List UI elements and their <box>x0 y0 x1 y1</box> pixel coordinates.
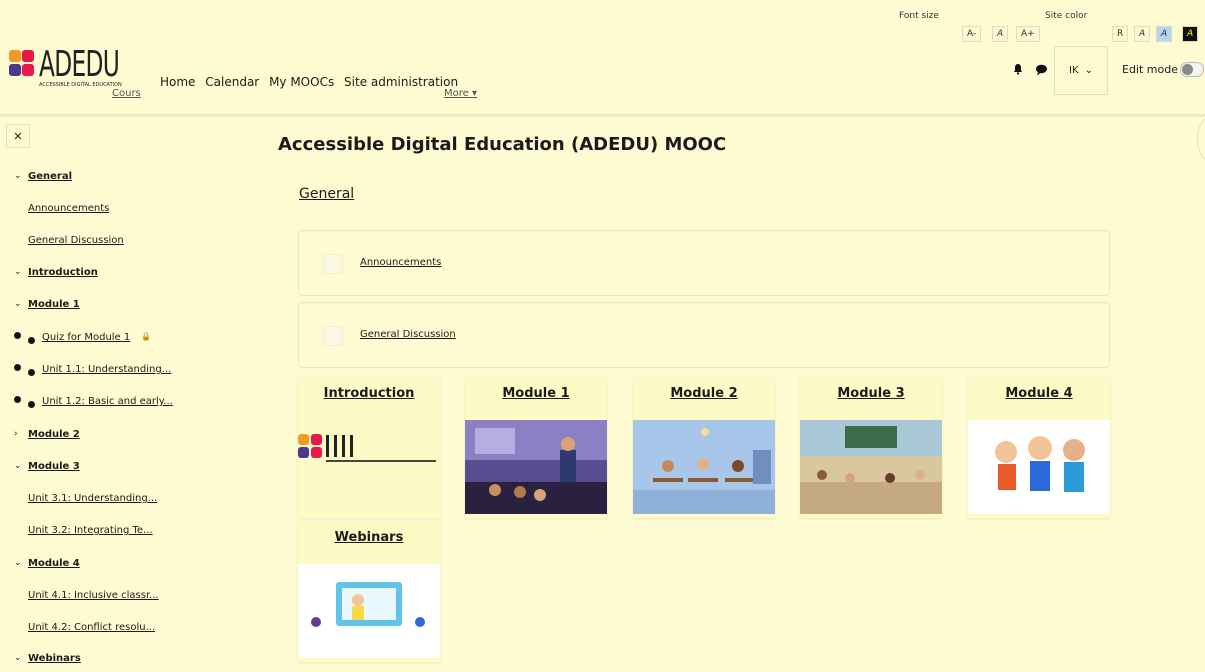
card-title: Module 2 <box>670 386 738 401</box>
card-title: Introduction <box>323 386 415 401</box>
activity-announcements: Announcements <box>298 230 1110 296</box>
color-default-button[interactable]: A <box>1134 26 1151 42</box>
nav-ghost-courses: Cours <box>112 88 141 99</box>
card-title: Module 1 <box>502 386 570 401</box>
course-index-link[interactable]: General Discussion <box>28 235 124 246</box>
completion-dot-icon <box>28 337 35 344</box>
lock-icon: 🔒 <box>141 332 151 341</box>
module-4-illustration <box>968 420 1110 514</box>
course-index-link[interactable]: Module 3 <box>28 461 80 472</box>
color-blue-button[interactable]: A <box>1156 26 1173 42</box>
section-title-general[interactable]: General <box>299 186 354 202</box>
site-color-label: Site color <box>1045 11 1088 21</box>
primary-navigation: Home Calendar My MOOCs Site administrati… <box>160 75 464 89</box>
adedu-logo[interactable]: ADEDU ACCESSIBLE DIGITAL EDUCATION <box>9 44 129 92</box>
edit-mode-toggle[interactable] <box>1180 62 1204 77</box>
chevron-right-icon[interactable]: › <box>14 429 18 439</box>
close-drawer-button[interactable]: ✕ <box>6 124 30 148</box>
nav-home[interactable]: Home <box>160 75 195 89</box>
color-contrast-button[interactable]: A <box>1182 26 1199 42</box>
course-index-link[interactable]: Unit 4.1: Inclusive classr... <box>28 590 159 601</box>
page-title: Accessible Digital Education (ADEDU) MOO… <box>278 134 727 155</box>
font-increase-button[interactable]: A+ <box>1016 26 1040 42</box>
logo-tagline: ACCESSIBLE DIGITAL EDUCATION <box>39 82 122 88</box>
course-index-link[interactable]: Unit 3.2: Integrating Te... <box>28 525 153 536</box>
color-reset-button[interactable]: R <box>1112 26 1129 42</box>
forum-icon <box>323 254 343 274</box>
main-content: Accessible Digital Education (ADEDU) MOO… <box>270 118 1205 672</box>
card-module-2[interactable]: Module 2 <box>633 378 775 518</box>
course-index-link[interactable]: Module 4 <box>28 558 80 569</box>
accessibility-icon <box>9 64 21 76</box>
chevron-down-icon[interactable]: ⌄ <box>14 653 22 663</box>
site-header: ADEDU ACCESSIBLE DIGITAL EDUCATION Cours… <box>0 0 1205 118</box>
chevron-down-icon[interactable]: ⌄ <box>14 171 22 181</box>
edit-mode-label: Edit mode <box>1122 63 1178 76</box>
course-index-link[interactable]: General <box>28 171 72 182</box>
nav-calendar[interactable]: Calendar <box>205 75 259 89</box>
chat-icon[interactable] <box>1035 64 1048 76</box>
nav-my-moocs[interactable]: My MOOCs <box>269 75 334 89</box>
card-title: Webinars <box>334 530 404 545</box>
course-index-item[interactable]: Unit 1.2: Basic and early... <box>14 396 173 408</box>
activity-link-announcements[interactable]: Announcements <box>360 257 441 268</box>
course-index-link[interactable]: Quiz for Module 1 <box>42 332 130 343</box>
card-webinars[interactable]: Webinars <box>298 522 440 662</box>
module-3-illustration <box>800 420 942 514</box>
completion-dot-icon <box>28 401 35 408</box>
course-index-item[interactable]: Unit 1.1: Understanding... <box>14 364 171 376</box>
chevron-down-icon: ⌄ <box>1084 65 1093 76</box>
card-module-1[interactable]: Module 1 <box>465 378 607 518</box>
chevron-down-icon[interactable]: ⌄ <box>14 267 22 277</box>
play-icon <box>22 50 34 62</box>
forum-icon <box>323 326 343 346</box>
completion-dot-icon <box>28 369 35 376</box>
course-index-link[interactable]: Module 1 <box>28 299 80 310</box>
course-index-link[interactable]: Module 2 <box>28 429 80 440</box>
user-initials: IK <box>1069 65 1079 76</box>
share-icon <box>22 64 34 76</box>
logo-wordmark: ADEDU <box>39 44 120 85</box>
nav-ghost-more: More ▾ <box>444 88 477 99</box>
course-index-link[interactable]: Announcements <box>28 203 109 214</box>
font-reset-button[interactable]: A <box>992 26 1009 42</box>
course-index-link[interactable]: Unit 3.1: Understanding... <box>28 493 157 504</box>
course-index-link[interactable]: Introduction <box>28 267 98 278</box>
chevron-down-icon[interactable]: ⌄ <box>14 558 22 568</box>
course-index-link[interactable]: Webinars <box>28 653 81 664</box>
module-1-illustration <box>465 420 607 514</box>
course-index-item[interactable]: Quiz for Module 1 🔒 <box>14 332 151 344</box>
adedu-logo-image <box>298 420 440 514</box>
chevron-down-icon[interactable]: ⌄ <box>14 299 22 309</box>
chevron-down-icon[interactable]: ⌄ <box>14 461 22 471</box>
card-module-4[interactable]: Module 4 <box>968 378 1110 518</box>
user-menu-button[interactable]: IK ⌄ <box>1054 46 1108 95</box>
card-title: Module 4 <box>1005 386 1073 401</box>
activity-general-discussion: General Discussion <box>298 302 1110 368</box>
course-index-link[interactable]: Unit 4.2: Conflict resolu... <box>28 622 155 633</box>
card-title: Module 3 <box>837 386 905 401</box>
bell-icon[interactable] <box>1012 63 1024 75</box>
module-2-illustration <box>633 420 775 514</box>
card-introduction[interactable]: Introduction <box>298 378 440 518</box>
webinars-illustration <box>298 564 440 658</box>
close-icon: ✕ <box>13 129 23 143</box>
nav-site-administration[interactable]: Site administration <box>344 75 458 89</box>
rss-icon <box>9 50 21 62</box>
activity-link-general-discussion[interactable]: General Discussion <box>360 329 456 340</box>
card-module-3[interactable]: Module 3 <box>800 378 942 518</box>
course-index-drawer: ✕ ⌄ General Announcements General Discussio… <box>0 118 270 672</box>
course-index-link[interactable]: Unit 1.1: Understanding... <box>42 364 171 375</box>
course-index-link[interactable]: Unit 1.2: Basic and early... <box>42 396 173 407</box>
font-size-label: Font size <box>899 11 939 21</box>
font-decrease-button[interactable]: A- <box>962 26 982 42</box>
